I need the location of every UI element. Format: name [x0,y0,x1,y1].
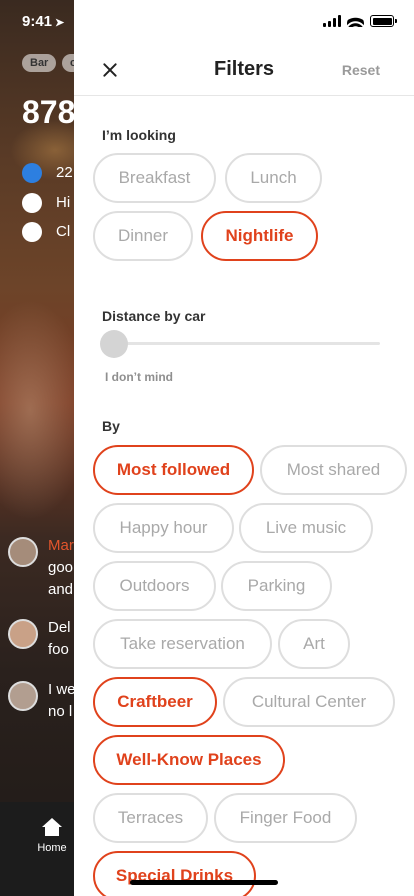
chip-label: Well-Know Places [116,750,262,769]
filter-chip-take-reservation[interactable]: Take reservation [93,619,272,669]
chip-label: Live music [265,518,347,537]
chip-label: Craftbeer [117,692,193,711]
section-title-distance: Distance by car [102,308,206,324]
filter-chip-live-music[interactable]: Live music [239,503,373,553]
filters-drawer: Filters Reset I’m looking Breakfast Lunc… [74,0,414,896]
chip-label: Dinner [117,226,169,245]
chip-label: Cultural Center [251,692,367,711]
filter-chip-cultural-center[interactable]: Cultural Center [223,677,395,727]
battery-icon [370,15,397,27]
filter-chip-craftbeer[interactable]: Craftbeer [93,677,217,727]
wifi-icon [347,15,364,27]
background-info-text: Cl [56,222,71,240]
distance-slider-track[interactable] [102,342,380,345]
tab-home-label: Home [37,842,67,854]
home-icon [42,818,62,836]
home-indicator[interactable] [130,880,278,885]
tab-home[interactable]: Home [36,818,68,854]
background-score: 878 [22,94,76,130]
status-time: 9:41 ➤ [22,13,64,30]
status-bar-icons [323,10,397,32]
avatar [8,681,38,711]
chip-label: Outdoors [119,576,190,595]
filter-chip-special-drinks[interactable]: Special Drinks [93,851,256,896]
chip-label: Lunch [250,168,297,187]
background-tag-bar[interactable]: Bar [22,54,57,72]
filter-chip-terraces[interactable]: Terraces [93,793,208,843]
comment-text: Del [48,619,71,636]
filter-chip-well-know-places[interactable]: Well-Know Places [93,735,285,785]
comment-author: Mar [48,537,74,554]
filter-chip-breakfast[interactable]: Breakfast [93,153,216,203]
signal-icon [323,15,341,27]
avatar [8,537,38,567]
comment-text: no l [48,703,73,720]
comment-text: and [48,581,74,598]
distance-value-label: I don’t mind [105,370,173,384]
chip-label: Nightlife [225,226,294,245]
chip-label: Finger Food [239,808,332,827]
background-info-row: Cl [22,222,70,242]
avatar [8,619,38,649]
chip-label: Take reservation [120,634,245,653]
directions-icon [22,163,42,183]
section-title-looking: I’m looking [102,127,176,143]
comment-text: I we [48,681,76,698]
location-arrow-icon: ➤ [55,17,65,29]
clock-icon [22,222,42,242]
filter-chip-finger-food[interactable]: Finger Food [214,793,357,843]
chip-label: Most shared [286,460,381,479]
chip-label: Breakfast [118,168,191,187]
chip-label: Most followed [116,460,231,479]
background-info-row: Hi [22,193,70,213]
background-info-text: Hi [56,193,71,211]
filter-chip-happy-hour[interactable]: Happy hour [93,503,234,553]
section-title-by: By [102,418,120,434]
filter-chip-most-shared[interactable]: Most shared [260,445,407,495]
chip-label: Terraces [117,808,184,827]
comment-text: foo [48,641,69,658]
filter-chip-lunch[interactable]: Lunch [225,153,322,203]
status-time-text: 9:41 [22,13,53,30]
chip-label: Parking [247,576,306,595]
reset-button[interactable]: Reset [342,62,380,78]
filter-chip-art[interactable]: Art [278,619,350,669]
filter-chip-nightlife[interactable]: Nightlife [201,211,318,261]
distance-slider-thumb[interactable] [100,330,128,358]
filters-header: Filters Reset [74,44,414,96]
chip-label: Happy hour [119,518,208,537]
walk-icon [22,193,42,213]
background-info-text: 22 [56,163,73,181]
filter-chip-most-followed[interactable]: Most followed [93,445,254,495]
chip-label: Art [303,634,325,653]
filter-chip-dinner[interactable]: Dinner [93,211,193,261]
filter-chip-outdoors[interactable]: Outdoors [93,561,216,611]
background-info-row: 22 [22,163,73,183]
comment-text: goo [48,559,74,576]
filter-chip-parking[interactable]: Parking [221,561,332,611]
